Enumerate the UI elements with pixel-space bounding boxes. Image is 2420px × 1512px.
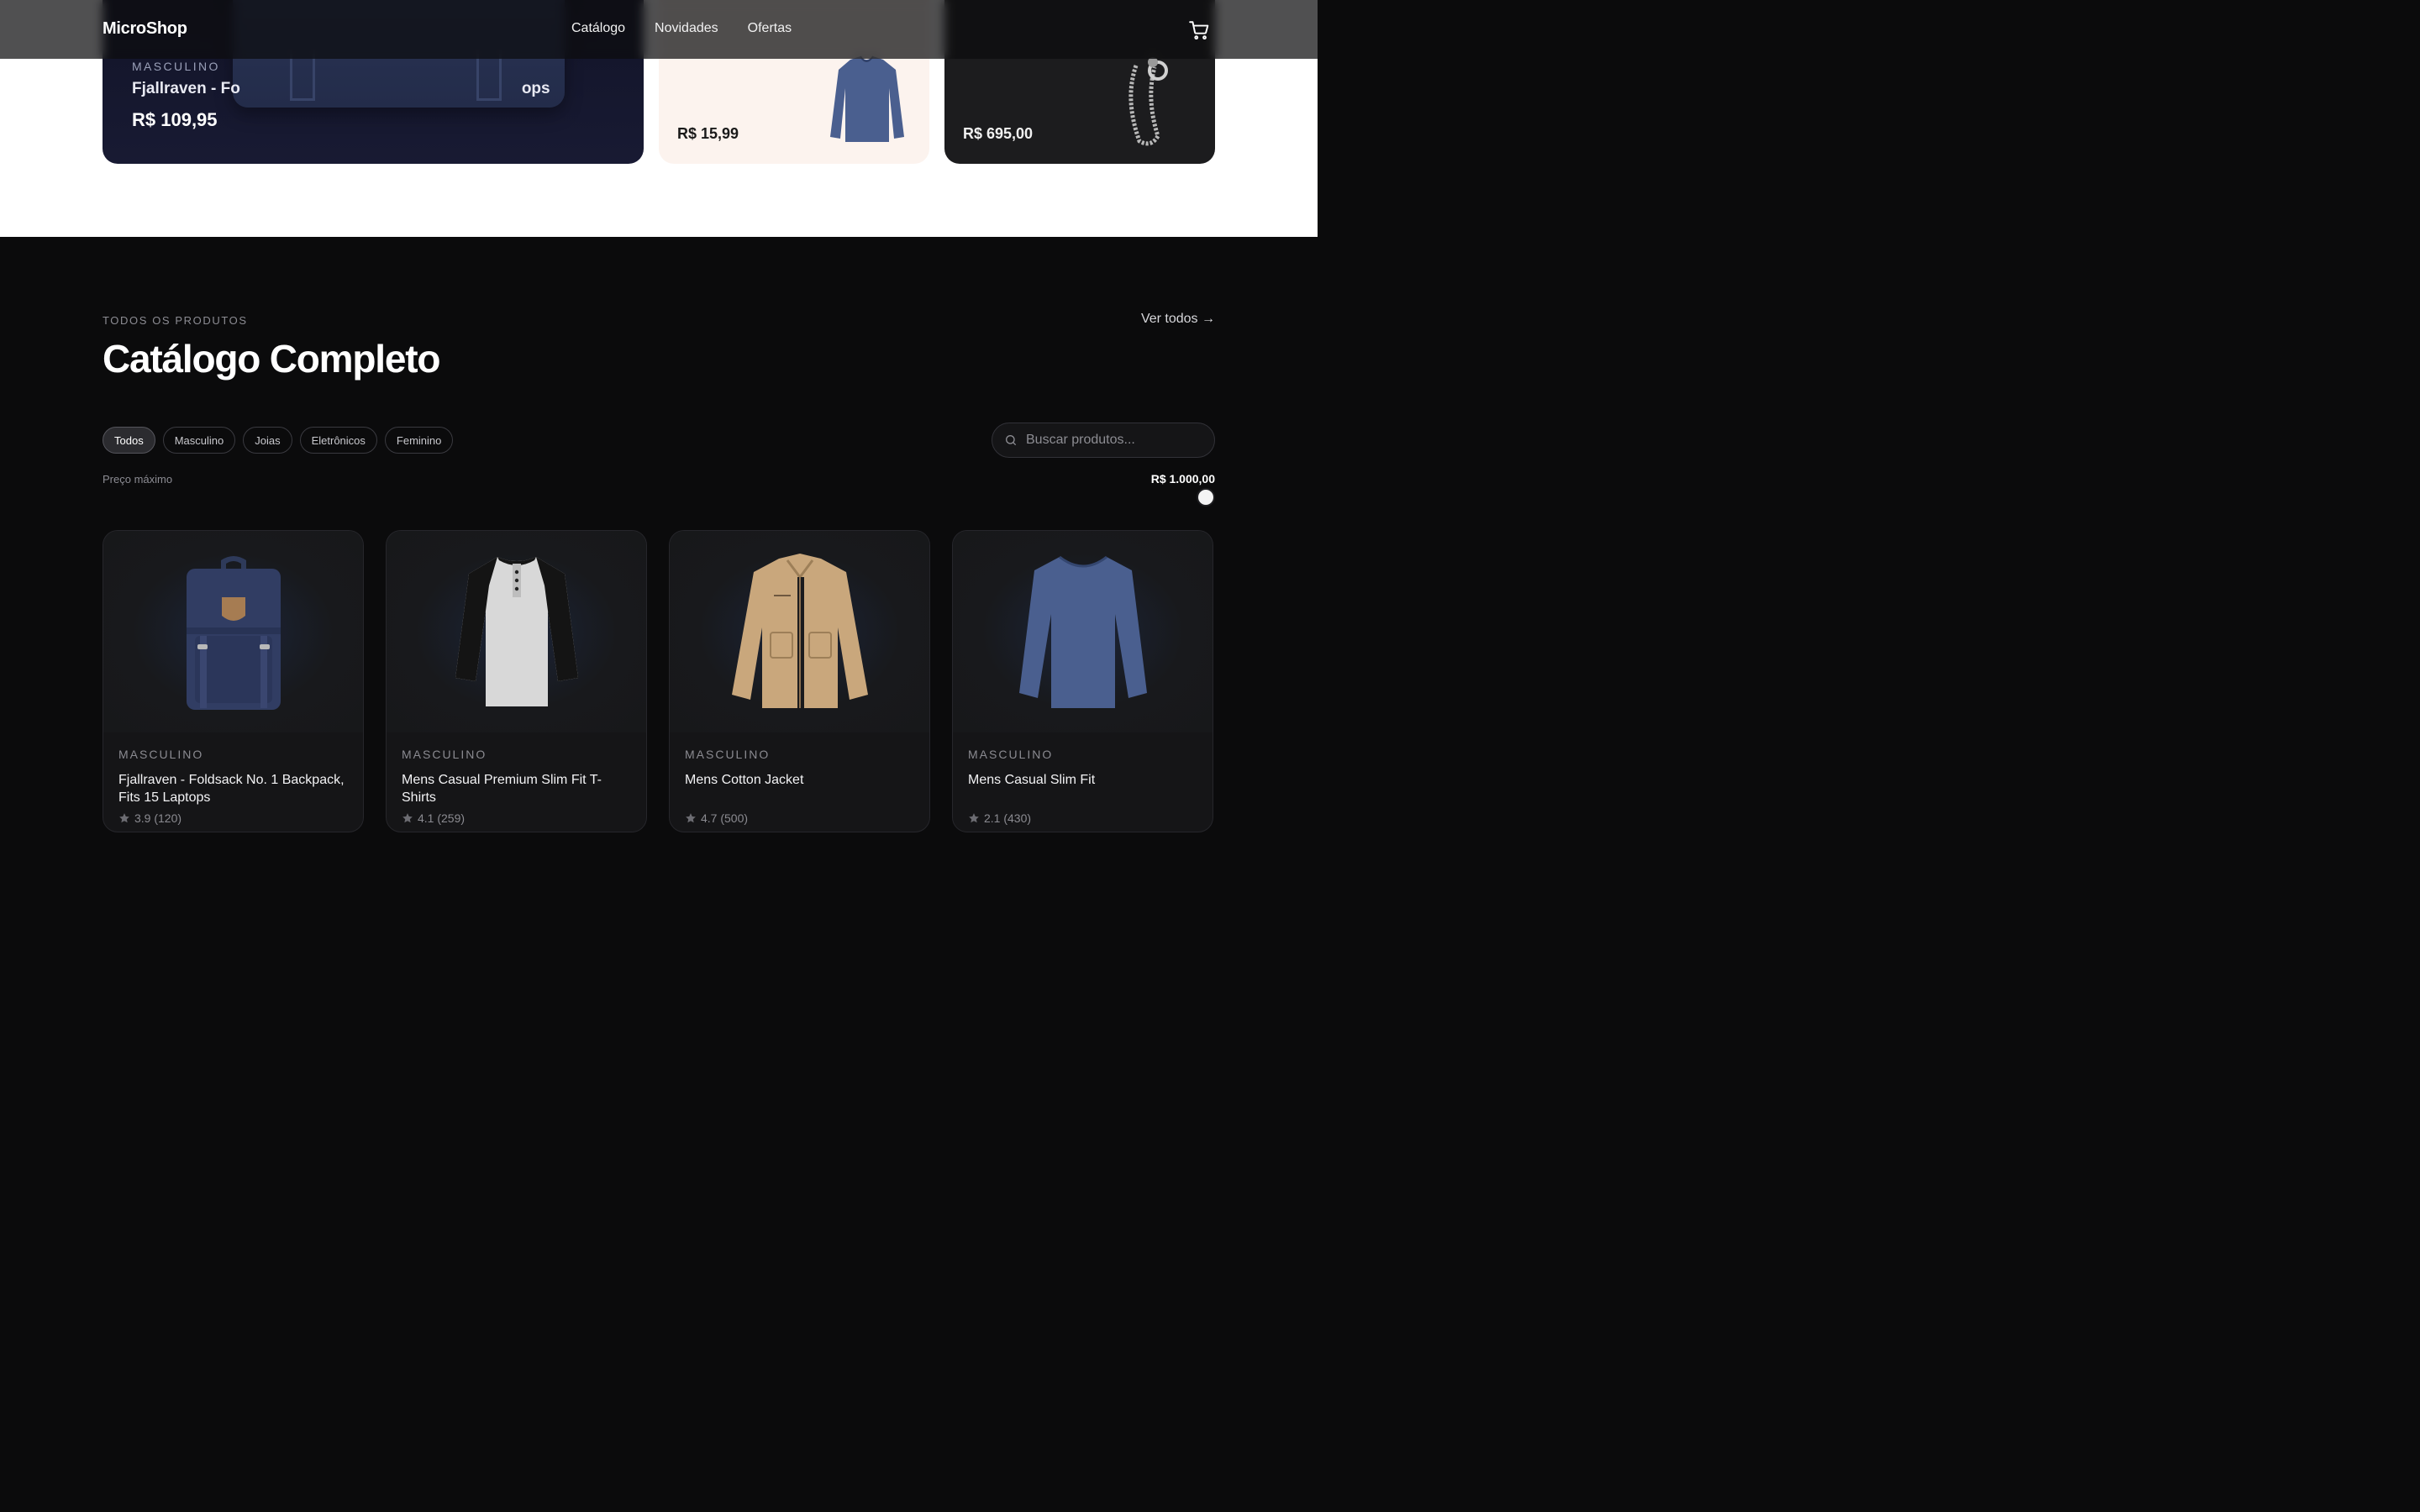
product-image xyxy=(670,531,929,732)
section-eyebrow: TODOS OS PRODUTOS xyxy=(103,314,248,327)
nav-links: Catálogo Novidades Ofertas xyxy=(571,21,792,36)
rating-value: 2.1 (430) xyxy=(984,811,1032,825)
filter-chip-joias[interactable]: Joias xyxy=(243,427,292,454)
star-icon xyxy=(969,813,979,823)
product-card[interactable]: MASCULINO Mens Cotton Jacket 4.7 (500) xyxy=(669,530,930,832)
product-image xyxy=(387,531,646,732)
filter-chip-eletronicos[interactable]: Eletrônicos xyxy=(299,427,377,454)
product-rating: 2.1 (430) xyxy=(968,811,1197,825)
cotton-jacket-image xyxy=(731,554,868,708)
see-all-link[interactable]: Ver todos → xyxy=(1141,312,1215,327)
product-category: MASCULINO xyxy=(968,748,1054,761)
product-category: MASCULINO xyxy=(402,748,487,761)
nav-link-ofertas[interactable]: Ofertas xyxy=(748,21,792,36)
product-title: Fjallraven - Foldsack No. 1 Backpack, Fi… xyxy=(118,773,345,805)
star-icon xyxy=(119,813,129,823)
filter-chip-masculino[interactable]: Masculino xyxy=(162,427,236,454)
filter-chip-todos[interactable]: Todos xyxy=(103,427,155,454)
product-grid: MASCULINO Fjallraven - Foldsack No. 1 Ba… xyxy=(103,530,1213,832)
product-image xyxy=(103,531,363,732)
search-icon xyxy=(1006,435,1016,445)
shirt-image xyxy=(830,55,904,142)
bracelet-image xyxy=(1128,57,1168,146)
nav-link-novidades[interactable]: Novidades xyxy=(655,21,718,36)
featured-title-end: ops xyxy=(521,80,550,97)
max-price-label: Preço máximo xyxy=(103,473,173,486)
backpack-image xyxy=(186,556,281,710)
product-card[interactable]: MASCULINO Mens Casual Slim Fit 2.1 (430) xyxy=(952,530,1213,832)
page-title: Catálogo Completo xyxy=(103,337,440,381)
featured-price: R$ 109,95 xyxy=(132,109,218,130)
cart-icon[interactable] xyxy=(1188,19,1210,41)
catalog-section: TODOS OS PRODUTOS Ver todos → Catálogo C… xyxy=(0,237,1318,832)
featured-category: MASCULINO xyxy=(132,60,220,73)
star-icon xyxy=(402,813,413,823)
slim-fit-shirt-image xyxy=(1018,555,1147,708)
search-input[interactable] xyxy=(1026,433,1194,448)
featured-title: Fjallraven - Fo ops xyxy=(132,80,550,98)
product-category: MASCULINO xyxy=(685,748,771,761)
top-navbar: MicroShop Catálogo Novidades Ofertas xyxy=(0,0,1318,59)
max-price-value: R$ 1.000,00 xyxy=(1150,472,1215,486)
featured-bracelet-price: R$ 695,00 xyxy=(963,125,1034,142)
product-rating: 4.7 (500) xyxy=(685,811,914,825)
featured-shirt-price: R$ 15,99 xyxy=(677,125,739,142)
search-box xyxy=(992,423,1215,458)
nav-link-catalogo[interactable]: Catálogo xyxy=(571,21,625,36)
logo[interactable]: MicroShop xyxy=(103,19,187,39)
product-category: MASCULINO xyxy=(118,748,204,761)
rating-value: 3.9 (120) xyxy=(134,811,182,825)
filter-chip-feminino[interactable]: Feminino xyxy=(384,427,454,454)
product-title: Mens Casual Slim Fit xyxy=(968,773,1096,787)
category-filters: Todos Masculino Joias Eletrônicos Femini… xyxy=(103,427,454,454)
product-image xyxy=(953,531,1213,732)
product-title: Mens Cotton Jacket xyxy=(685,773,804,787)
price-slider-handle[interactable] xyxy=(1197,488,1215,507)
raglan-tshirt-image xyxy=(455,557,578,706)
rating-value: 4.1 (259) xyxy=(418,811,466,825)
rating-value: 4.7 (500) xyxy=(701,811,749,825)
star-icon xyxy=(686,813,696,823)
featured-title-start: Fjallraven - Fo xyxy=(132,80,240,97)
product-title: Mens Casual Premium Slim Fit T-Shirts xyxy=(402,773,602,805)
product-rating: 3.9 (120) xyxy=(118,811,348,825)
product-card[interactable]: MASCULINO Mens Casual Premium Slim Fit T… xyxy=(386,530,647,832)
product-card[interactable]: MASCULINO Fjallraven - Foldsack No. 1 Ba… xyxy=(103,530,364,832)
product-rating: 4.1 (259) xyxy=(402,811,631,825)
